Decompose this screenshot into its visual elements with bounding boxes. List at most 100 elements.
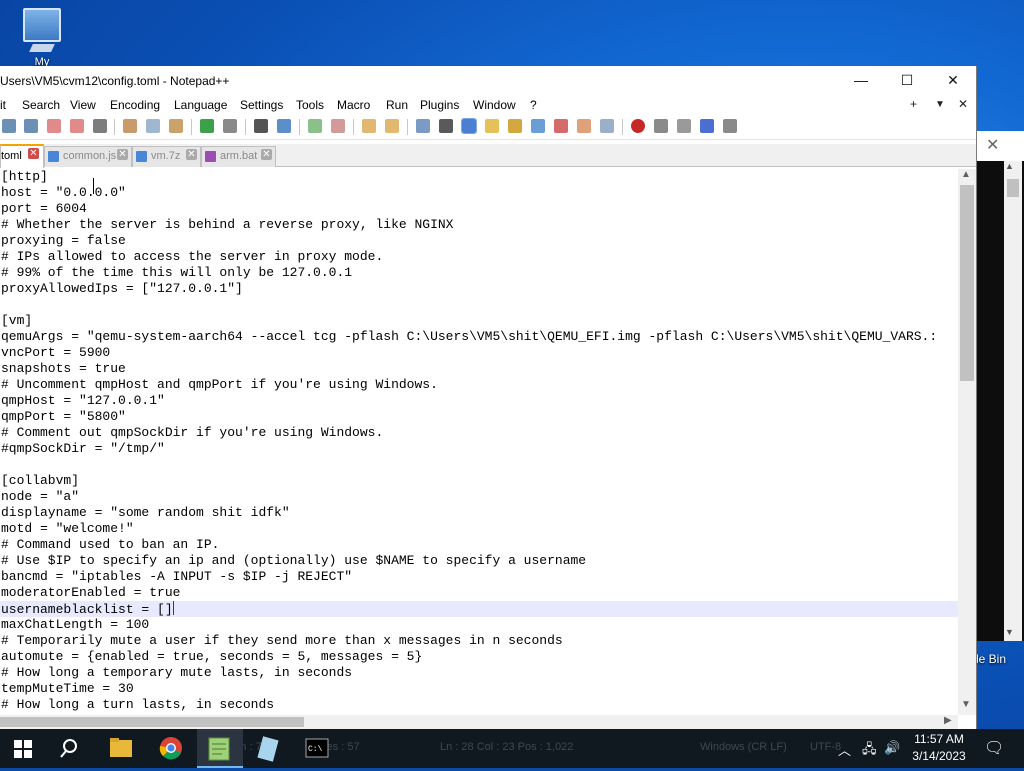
code-line[interactable]: # How long a turn lasts, in seconds [0, 697, 958, 713]
menu-view[interactable]: View [70, 98, 96, 112]
find-icon[interactable] [254, 119, 268, 133]
new-tab-plus-icon[interactable]: + [910, 97, 917, 111]
text-editor[interactable]: [http] host = "0.0.0.0" port = 6004 # Wheth… [0, 169, 958, 715]
menu-edit[interactable]: it [0, 98, 6, 112]
tab-arm-bat[interactable]: arm.bat ✕ [201, 146, 276, 167]
project-panel-icon[interactable] [577, 119, 591, 133]
sync-horizontal-icon[interactable] [385, 119, 399, 133]
background-window-scroll-thumb[interactable] [1007, 179, 1019, 197]
scroll-up-icon[interactable]: ▲ [961, 169, 971, 180]
menu-run[interactable]: Run [386, 98, 408, 112]
code-line[interactable]: # Comment out qmpSockDir if you're using… [0, 425, 958, 441]
notepad-plus-plus-taskbar-button[interactable] [197, 729, 243, 768]
background-window[interactable]: ✕ ▲ ▼ [976, 131, 1024, 641]
vertical-scroll-thumb[interactable] [960, 185, 974, 381]
title-bar[interactable]: Users\VM5\cvm12\config.toml - Notepad++ … [0, 66, 976, 95]
code-line[interactable]: snapshots = true [0, 361, 958, 377]
code-line[interactable]: # How long a temporary mute lasts, in se… [0, 665, 958, 681]
close-all-icon[interactable] [70, 119, 84, 133]
scroll-up-icon[interactable]: ▲ [1005, 161, 1014, 171]
tab-close-icon[interactable]: ✕ [186, 149, 197, 160]
menu-plugins[interactable]: Plugins [420, 98, 459, 112]
copy-icon[interactable] [146, 119, 160, 133]
code-line[interactable]: moderatorEnabled = true [0, 585, 958, 601]
menu-encoding[interactable]: Encoding [110, 98, 160, 112]
volume-icon[interactable]: 🔊 [884, 740, 900, 756]
code-line[interactable]: host = "0.0.0.0" [0, 185, 958, 201]
code-line[interactable]: # Use $IP to specify an ip and (optional… [0, 553, 958, 569]
code-line[interactable]: port = 6004 [0, 201, 958, 217]
tab-close-icon[interactable]: ✕ [117, 149, 128, 160]
code-line[interactable] [0, 457, 958, 473]
code-line[interactable]: tempMuteTime = 30 [0, 681, 958, 697]
menu-search[interactable]: Search [22, 98, 60, 112]
minimize-button[interactable]: — [838, 66, 884, 95]
clock[interactable]: 11:57 AM 3/14/2023 [903, 731, 975, 765]
word-wrap-icon[interactable] [416, 119, 430, 133]
show-all-characters-icon[interactable] [439, 119, 453, 133]
user-language-icon[interactable] [485, 119, 499, 133]
undo-icon[interactable] [200, 119, 214, 133]
record-macro-icon[interactable] [631, 119, 645, 133]
maximize-button[interactable]: ☐ [884, 66, 930, 95]
menu-window[interactable]: Window [473, 98, 516, 112]
background-window-scrollbar[interactable] [1004, 161, 1022, 641]
show-hidden-icons-chevron-icon[interactable]: ︿ [838, 740, 851, 759]
code-line[interactable]: [vm] [0, 313, 958, 329]
folder-as-workspace-icon[interactable] [554, 119, 568, 133]
scroll-down-icon[interactable]: ▼ [1005, 627, 1014, 637]
code-line[interactable]: vncPort = 5900 [0, 345, 958, 361]
doc-map-icon[interactable] [508, 119, 522, 133]
code-line[interactable]: # 99% of the time this will only be 127.… [0, 265, 958, 281]
code-line[interactable]: qemuArgs = "qemu-system-aarch64 --accel … [0, 329, 958, 345]
code-line[interactable]: automute = {enabled = true, seconds = 5,… [0, 649, 958, 665]
menu-help[interactable]: ? [530, 98, 537, 112]
replace-icon[interactable] [277, 119, 291, 133]
indent-guide-icon[interactable] [461, 118, 477, 134]
scroll-down-icon[interactable]: ▼ [961, 699, 971, 710]
code-lines[interactable]: [http] host = "0.0.0.0" port = 6004 # Wheth… [0, 169, 958, 713]
background-window-close-icon[interactable]: ✕ [986, 135, 999, 155]
tab-close-icon[interactable]: ✕ [28, 148, 39, 159]
menu-tools[interactable]: Tools [296, 98, 324, 112]
code-line[interactable]: proxying = false [0, 233, 958, 249]
cut-icon[interactable] [123, 119, 137, 133]
code-line[interactable]: motd = "welcome!" [0, 521, 958, 537]
notifications-icon[interactable]: 🗨 [984, 738, 1004, 758]
code-line[interactable]: [collabvm] [0, 473, 958, 489]
code-line[interactable]: # Temporarily mute a user if they send m… [0, 633, 958, 649]
print-icon[interactable] [93, 119, 107, 133]
close-document-icon[interactable]: ✕ [958, 97, 968, 111]
code-line[interactable]: bancmd = "iptables -A INPUT -s $IP -j RE… [0, 569, 958, 585]
chrome-button[interactable] [148, 729, 194, 768]
code-line[interactable]: [http] [0, 169, 958, 185]
code-line[interactable]: node = "a" [0, 489, 958, 505]
menu-macro[interactable]: Macro [337, 98, 370, 112]
horizontal-scroll-thumb[interactable] [0, 717, 304, 727]
code-line[interactable]: # Uncomment qmpHost and qmpPort if you'r… [0, 377, 958, 393]
tab-close-icon[interactable]: ✕ [261, 149, 272, 160]
horizontal-scrollbar[interactable]: ▶ [0, 715, 958, 729]
vertical-scrollbar[interactable]: ▲ ▼ [958, 169, 976, 715]
zoom-in-icon[interactable] [308, 119, 322, 133]
save-all-icon[interactable] [24, 119, 38, 133]
paste-icon[interactable] [169, 119, 183, 133]
run-macro-multiple-icon[interactable] [700, 119, 714, 133]
tab-vm-7z[interactable]: vm.7z ✕ [132, 146, 201, 167]
sync-vertical-icon[interactable] [362, 119, 376, 133]
code-line[interactable]: qmpHost = "127.0.0.1" [0, 393, 958, 409]
scroll-right-icon[interactable]: ▶ [944, 715, 952, 726]
code-line[interactable]: displayname = "some random shit idfk" [0, 505, 958, 521]
code-line[interactable]: # Command used to ban an IP. [0, 537, 958, 553]
recycle-bin-label[interactable]: le Bin [976, 652, 1006, 666]
search-button[interactable] [48, 729, 94, 768]
tab-config-toml[interactable]: toml ✕ [0, 144, 44, 168]
playback-icon[interactable] [677, 119, 691, 133]
code-line[interactable]: qmpPort = "5800" [0, 409, 958, 425]
menu-language[interactable]: Language [174, 98, 227, 112]
menu-settings[interactable]: Settings [240, 98, 283, 112]
code-line[interactable]: maxChatLength = 100 [0, 617, 958, 633]
code-line[interactable]: # Whether the server is behind a reverse… [0, 217, 958, 233]
close-button[interactable]: ✕ [930, 66, 976, 95]
save-icon[interactable] [2, 119, 16, 133]
